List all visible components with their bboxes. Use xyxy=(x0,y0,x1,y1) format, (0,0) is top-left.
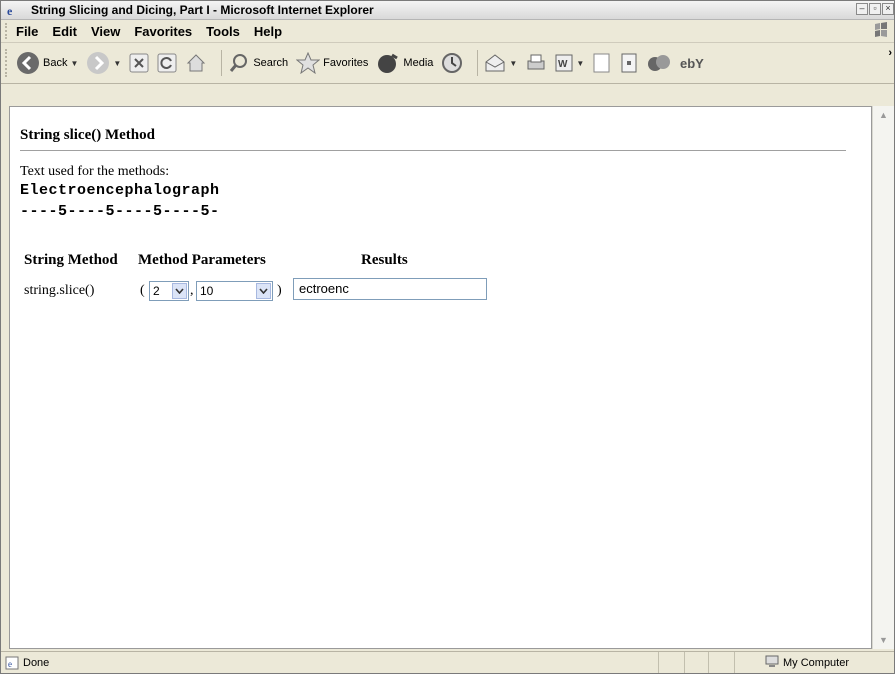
title-bar: e String Slicing and Dicing, Part I - Mi… xyxy=(1,1,894,20)
back-arrow-icon xyxy=(17,52,39,74)
toolbar-separator xyxy=(477,50,479,76)
header-results: Results xyxy=(361,252,408,268)
scroll-down-icon[interactable]: ▼ xyxy=(879,635,888,645)
end-index-value: 10 xyxy=(200,284,214,298)
result-field[interactable]: ectroenc xyxy=(293,278,487,300)
toolbar-separator xyxy=(221,50,223,76)
media-label: Media xyxy=(403,57,434,69)
mail-icon xyxy=(485,54,505,72)
svg-text:ebY: ebY xyxy=(680,56,704,71)
messenger-button[interactable] xyxy=(646,52,672,74)
svg-text:W: W xyxy=(558,59,568,70)
mail-dropdown-icon[interactable]: ▼ xyxy=(509,59,517,68)
computer-icon xyxy=(765,655,779,671)
stop-button[interactable] xyxy=(129,53,149,73)
status-panel xyxy=(684,652,708,673)
forward-dropdown-icon[interactable]: ▼ xyxy=(113,59,121,68)
open-paren: ( xyxy=(140,283,145,298)
word-icon: W xyxy=(555,54,573,72)
ebay-button[interactable]: ebY xyxy=(680,53,708,73)
toolbar: Back ▼ ▼ Search Favorites Media ▼ W ▼ eb… xyxy=(1,43,894,84)
windows-flag-icon xyxy=(872,22,890,43)
research-icon xyxy=(621,53,637,73)
menu-edit[interactable]: Edit xyxy=(52,24,77,39)
toolbar-grip[interactable] xyxy=(5,49,10,77)
menu-file[interactable]: File xyxy=(16,24,38,39)
favorites-button[interactable]: Favorites xyxy=(296,52,368,74)
menu-bar: File Edit View Favorites Tools Help xyxy=(1,20,894,43)
blank-page-icon xyxy=(593,53,610,73)
vertical-scrollbar[interactable]: ▲ ▼ xyxy=(872,106,894,649)
forward-arrow-icon xyxy=(87,52,110,74)
print-icon xyxy=(527,54,545,70)
restore-button[interactable]: ▫ xyxy=(869,3,881,15)
description-text: Text used for the methods: xyxy=(20,164,170,179)
home-button[interactable] xyxy=(185,52,207,74)
sample-text: Electroencephalograph xyxy=(20,182,220,199)
param-comma: , xyxy=(190,283,194,298)
menu-help[interactable]: Help xyxy=(254,24,282,39)
refresh-button[interactable] xyxy=(157,53,177,73)
page-title: String slice() Method xyxy=(20,127,155,143)
history-button[interactable] xyxy=(441,52,463,74)
edit-word-button[interactable]: W ▼ xyxy=(555,54,584,72)
page-content: String slice() Method Text used for the … xyxy=(9,106,872,649)
messenger-icon xyxy=(648,55,671,71)
media-button[interactable]: Media xyxy=(376,52,433,74)
search-icon xyxy=(230,54,248,72)
mail-button[interactable]: ▼ xyxy=(484,53,517,73)
page-done-icon: e xyxy=(5,656,19,670)
search-label: Search xyxy=(253,57,289,69)
chevron-down-icon[interactable] xyxy=(172,283,187,299)
close-button[interactable]: × xyxy=(882,3,894,15)
research-button[interactable] xyxy=(620,53,638,73)
back-dropdown-icon[interactable]: ▼ xyxy=(70,59,78,68)
security-zone: My Computer xyxy=(734,652,894,673)
status-panel xyxy=(708,652,734,673)
horizontal-rule xyxy=(20,150,846,151)
forward-button[interactable]: ▼ xyxy=(86,51,121,75)
menu-grip[interactable] xyxy=(5,23,10,39)
edit-dropdown-icon[interactable]: ▼ xyxy=(576,59,584,68)
minimize-button[interactable]: – xyxy=(856,3,868,15)
history-icon xyxy=(442,53,463,73)
browser-window: e String Slicing and Dicing, Part I - Mi… xyxy=(0,0,895,674)
menu-tools[interactable]: Tools xyxy=(206,24,240,39)
back-label: Back xyxy=(43,57,68,69)
media-icon xyxy=(378,53,399,73)
header-string-method: String Method xyxy=(24,252,118,268)
header-method-parameters: Method Parameters xyxy=(138,252,266,268)
back-button[interactable]: Back ▼ xyxy=(16,51,78,75)
star-icon xyxy=(296,52,321,74)
close-paren: ) xyxy=(277,283,282,298)
print-button[interactable] xyxy=(525,52,547,74)
status-panel xyxy=(658,652,684,673)
svg-text:e: e xyxy=(7,4,13,17)
start-index-value: 2 xyxy=(153,284,160,298)
menu-favorites[interactable]: Favorites xyxy=(134,24,192,39)
status-bar: e Done My Computer xyxy=(1,651,894,673)
menu-view[interactable]: View xyxy=(91,24,120,39)
chevron-down-icon[interactable] xyxy=(256,283,271,299)
ie-icon: e xyxy=(5,3,19,17)
stop-icon xyxy=(129,53,149,73)
discuss-button[interactable] xyxy=(592,52,612,74)
character-ruler: ----5----5----5----5- xyxy=(20,203,220,220)
status-text: Done xyxy=(23,657,50,669)
toolbar-overflow-icon[interactable]: › xyxy=(888,47,892,59)
home-icon xyxy=(187,54,206,72)
end-index-select[interactable]: 10 xyxy=(196,281,273,301)
refresh-icon xyxy=(157,53,177,73)
favorites-label: Favorites xyxy=(323,57,369,69)
ebay-icon: ebY xyxy=(680,56,704,71)
window-title: String Slicing and Dicing, Part I - Micr… xyxy=(31,3,374,17)
method-name: string.slice() xyxy=(24,283,95,298)
svg-text:e: e xyxy=(8,659,12,669)
zone-text: My Computer xyxy=(783,657,850,669)
scroll-up-icon[interactable]: ▲ xyxy=(879,110,888,120)
start-index-select[interactable]: 2 xyxy=(149,281,189,301)
search-button[interactable]: Search xyxy=(228,52,288,74)
